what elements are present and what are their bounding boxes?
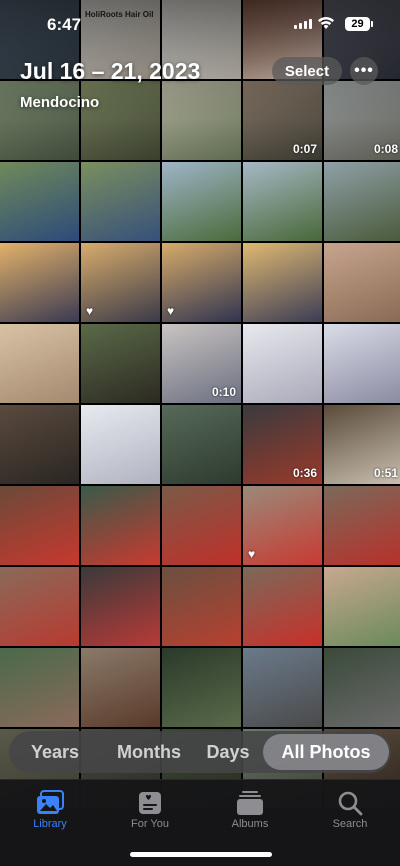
favorite-heart-icon: ♥: [167, 304, 175, 318]
library-icon: [10, 788, 90, 818]
photo-thumbnail[interactable]: [0, 81, 79, 160]
status-time: 6:47: [47, 15, 82, 34]
cellular-signal-icon: [294, 19, 312, 29]
photo-thumbnail[interactable]: [0, 648, 79, 727]
home-indicator: [130, 852, 272, 857]
photo-thumbnail[interactable]: [0, 162, 79, 241]
photo-thumbnail[interactable]: 0:51: [324, 405, 400, 484]
photo-thumbnail[interactable]: [81, 81, 160, 160]
photo-thumbnail[interactable]: 0:07: [243, 81, 322, 160]
tab-for-you-label: For You: [131, 818, 169, 830]
photo-thumbnail[interactable]: [324, 162, 400, 241]
tab-library-label: Library: [33, 818, 67, 830]
photo-thumbnail[interactable]: [0, 243, 79, 322]
segment-days[interactable]: Days: [197, 742, 259, 763]
photo-thumbnail[interactable]: [324, 648, 400, 727]
video-duration: 0:07: [292, 142, 317, 156]
tab-search[interactable]: Search: [310, 788, 390, 830]
photo-thumbnail[interactable]: [81, 162, 160, 241]
photo-thumbnail[interactable]: ♥: [243, 486, 322, 565]
location-subtitle: Mendocino: [20, 94, 100, 111]
photo-thumbnail[interactable]: [243, 324, 322, 403]
photo-thumbnail[interactable]: ♥: [81, 243, 160, 322]
status-bar: 6:47 29: [0, 0, 400, 40]
photo-thumbnail[interactable]: [0, 324, 79, 403]
video-duration: 0:36: [292, 466, 317, 480]
photo-thumbnail[interactable]: [324, 324, 400, 403]
segment-all-photos[interactable]: All Photos: [263, 734, 389, 770]
tab-search-label: Search: [332, 818, 368, 830]
photo-thumbnail[interactable]: [81, 324, 160, 403]
photo-thumbnail[interactable]: [81, 567, 160, 646]
photo-thumbnail[interactable]: [81, 486, 160, 565]
photo-thumbnail[interactable]: [243, 243, 322, 322]
tab-albums[interactable]: Albums: [210, 788, 290, 830]
photo-thumbnail[interactable]: [0, 486, 79, 565]
segment-years[interactable]: Years: [9, 742, 101, 763]
photo-thumbnail[interactable]: 0:08: [324, 81, 400, 160]
photo-thumbnail[interactable]: 0:36: [243, 405, 322, 484]
favorite-heart-icon: ♥: [86, 304, 94, 318]
date-range-title: Jul 16 – 21, 2023: [20, 58, 201, 84]
tab-for-you[interactable]: For You: [110, 788, 190, 830]
photo-thumbnail[interactable]: [162, 567, 241, 646]
photo-thumbnail[interactable]: [162, 405, 241, 484]
for-you-icon: [110, 788, 190, 818]
photo-thumbnail[interactable]: [162, 648, 241, 727]
photo-thumbnail[interactable]: [0, 405, 79, 484]
video-duration: 0:08: [373, 142, 398, 156]
photo-thumbnail[interactable]: [81, 648, 160, 727]
segment-months[interactable]: Months: [101, 742, 197, 763]
select-button[interactable]: Select: [272, 57, 342, 85]
photo-grid: HoliRoots Hair Oil 0:07 0:08 ♥ ♥ 0:10 0:36 0:51…: [0, 0, 400, 808]
battery-level: 29: [351, 18, 364, 30]
time-scale-segmented-control: Years Months Days All Photos: [9, 731, 391, 773]
photo-thumbnail[interactable]: [81, 405, 160, 484]
favorite-heart-icon: ♥: [248, 547, 256, 561]
photo-thumbnail[interactable]: [162, 162, 241, 241]
photo-thumbnail[interactable]: [324, 243, 400, 322]
photo-thumbnail[interactable]: [243, 162, 322, 241]
photo-thumbnail[interactable]: [0, 567, 79, 646]
photo-thumbnail[interactable]: ♥: [162, 243, 241, 322]
video-duration: 0:51: [373, 466, 398, 480]
photo-thumbnail[interactable]: [243, 567, 322, 646]
photo-thumbnail[interactable]: [162, 81, 241, 160]
tab-library[interactable]: Library: [10, 788, 90, 830]
photo-thumbnail[interactable]: [162, 486, 241, 565]
photo-thumbnail[interactable]: [243, 648, 322, 727]
search-icon: [310, 788, 390, 818]
more-options-button[interactable]: •••: [350, 57, 378, 85]
battery-indicator: 29: [345, 17, 373, 31]
photo-thumbnail[interactable]: [324, 567, 400, 646]
video-duration: 0:10: [211, 385, 236, 399]
tab-albums-label: Albums: [231, 818, 269, 830]
photo-thumbnail[interactable]: 0:10: [162, 324, 241, 403]
albums-icon: [210, 788, 290, 818]
photo-thumbnail[interactable]: [324, 486, 400, 565]
wifi-icon: [318, 17, 334, 29]
